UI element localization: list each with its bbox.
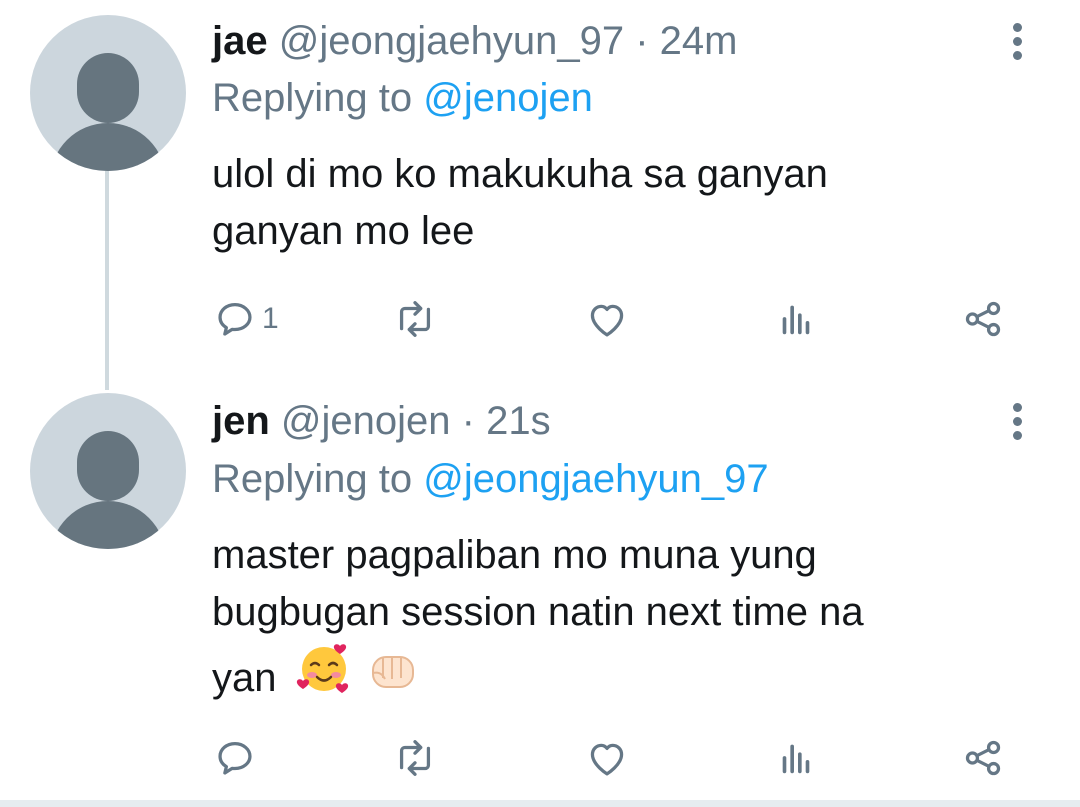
tweet-header: jen @jenojen · 21s [212,398,551,444]
timestamp[interactable]: 21s [486,399,551,443]
tweet-text-line: bugbugan session natin next time na [212,590,864,634]
handle[interactable]: @jenojen [281,399,451,443]
tweet-text-line-with-emoji: yan [212,641,1012,707]
avatar-head-shape [77,53,139,123]
retweet-button[interactable] [392,296,438,342]
reply-icon [218,741,252,775]
share-icon [965,740,1001,776]
replying-to-label: Replying to [212,457,413,501]
retweet-icon [399,740,431,776]
tweet-header: jae @jeongjaehyun_97 · 24m [212,18,737,64]
reply-button[interactable]: 1 [212,296,279,342]
separator-dot: · [461,399,475,443]
smiling-face-with-hearts-icon [296,644,348,693]
timestamp[interactable]: 24m [660,19,738,63]
retweet-icon [399,301,431,337]
more-icon[interactable] [1000,18,1034,64]
avatar-body-shape [50,501,166,549]
tweet-text-line: master pagpaliban mo muna yung [212,533,817,577]
tweet-text-line: ganyan mo lee [212,209,475,253]
oncoming-fist-icon [371,656,414,688]
avatar[interactable] [30,15,186,171]
like-button[interactable] [584,735,630,781]
like-button[interactable] [584,296,630,342]
reply-button[interactable] [212,735,262,781]
share-icon [965,301,1001,337]
separator-dot: · [635,19,649,63]
reply-icon [218,302,252,336]
replying-to: Replying to @jeongjaehyun_97 [212,456,769,502]
replying-to: Replying to @jenojen [212,75,593,121]
avatar-head-shape [77,431,139,501]
tweet-text: ulol di mo ko makukuha sa ganyan ganyan … [212,146,1012,260]
mention-link[interactable]: @jeongjaehyun_97 [423,457,768,501]
divider [0,800,1080,807]
retweet-button[interactable] [392,735,438,781]
handle[interactable]: @jeongjaehyun_97 [279,19,624,63]
tweet-text-line: ulol di mo ko makukuha sa ganyan [212,152,828,196]
reply-count: 1 [262,302,279,335]
share-button[interactable] [960,735,1006,781]
replying-to-label: Replying to [212,76,413,120]
avatar[interactable] [30,393,186,549]
avatar-body-shape [50,123,166,171]
analytics-icon [782,744,810,774]
display-name[interactable]: jen [212,399,270,443]
tweet-text: master pagpaliban mo muna yung bugbugan … [212,527,1012,707]
like-icon [590,743,624,776]
share-button[interactable] [960,296,1006,342]
tweet-text-fragment: yan [212,656,277,700]
display-name[interactable]: jae [212,19,268,63]
more-icon[interactable] [1000,398,1034,444]
analytics-icon [782,305,810,335]
analytics-button[interactable] [773,296,819,342]
mention-link[interactable]: @jenojen [423,76,593,120]
thread-connector-line [105,170,109,390]
analytics-button[interactable] [773,735,819,781]
like-icon [590,304,624,337]
